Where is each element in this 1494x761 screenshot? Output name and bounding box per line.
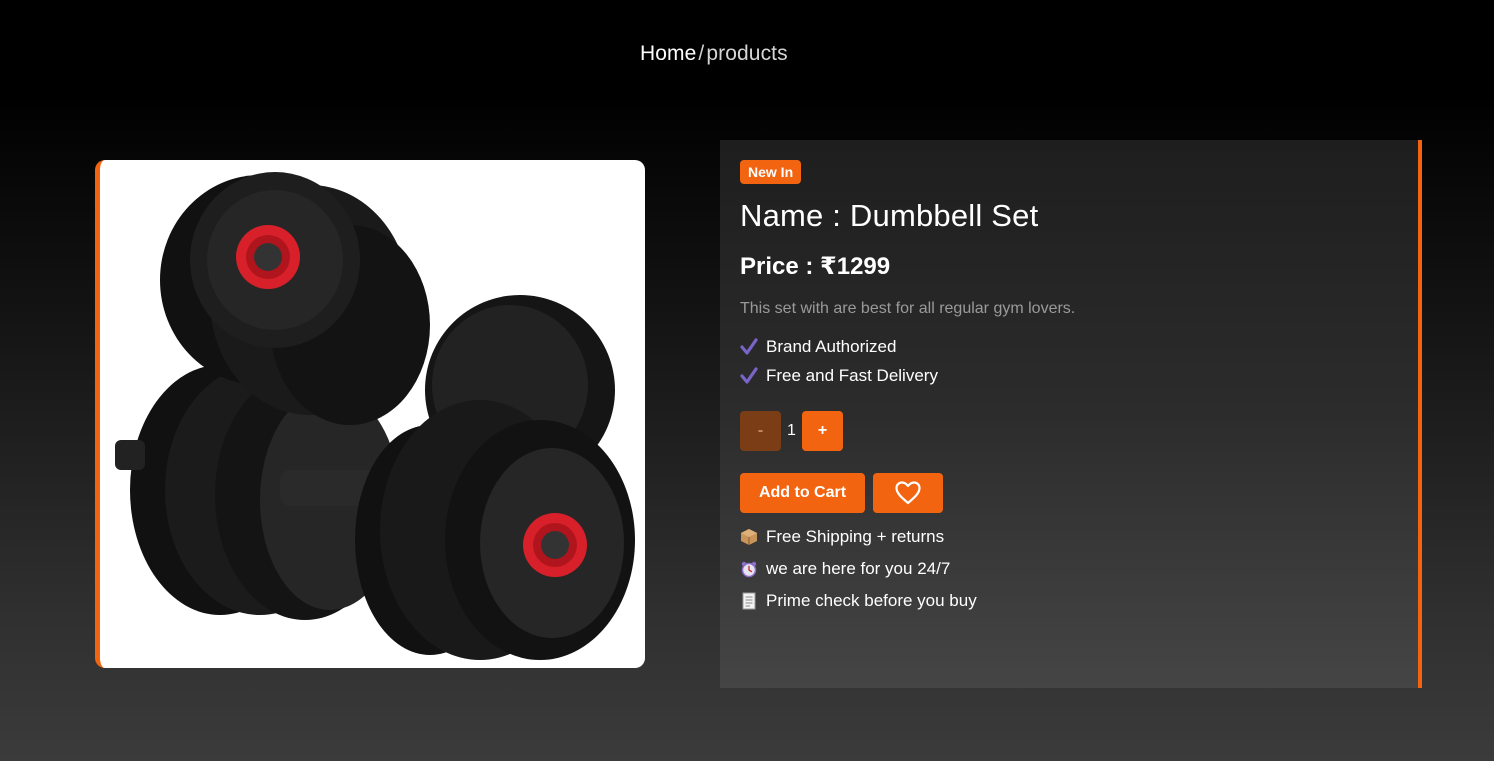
feature-label: Free and Fast Delivery bbox=[766, 366, 938, 385]
breadcrumb-current: products bbox=[706, 42, 788, 65]
alarm-clock-icon bbox=[741, 561, 757, 578]
heart-icon bbox=[895, 481, 921, 505]
quantity-stepper: - 1 + bbox=[740, 411, 843, 451]
product-price: Price : ₹1299 bbox=[740, 253, 891, 280]
quantity-increase-button[interactable]: + bbox=[802, 411, 843, 451]
perk-label: Free Shipping + returns bbox=[766, 527, 945, 546]
breadcrumb: Home/products bbox=[640, 42, 788, 66]
check-icon bbox=[740, 367, 758, 384]
product-details-panel: New In Name : Dumbbell Set Price : ₹1299… bbox=[720, 140, 1422, 688]
wishlist-button[interactable] bbox=[873, 473, 943, 513]
feature-item: Brand Authorized bbox=[740, 337, 896, 357]
product-image-card bbox=[95, 160, 645, 668]
product-description: This set with are best for all regular g… bbox=[740, 300, 1076, 317]
breadcrumb-separator: / bbox=[698, 42, 705, 65]
quantity-decrease-button[interactable]: - bbox=[740, 411, 781, 451]
feature-item: Free and Fast Delivery bbox=[740, 366, 938, 386]
check-icon bbox=[740, 338, 758, 355]
perk-label: Prime check before you buy bbox=[766, 591, 977, 610]
package-icon bbox=[741, 529, 757, 545]
add-to-cart-button[interactable]: Add to Cart bbox=[740, 473, 865, 513]
perk-label: we are here for you 24/7 bbox=[766, 559, 951, 578]
perk-item: Free Shipping + returns bbox=[740, 527, 944, 547]
new-in-badge: New In bbox=[740, 160, 802, 184]
quantity-value: 1 bbox=[787, 422, 796, 439]
perk-item: Prime check before you buy bbox=[740, 591, 977, 611]
breadcrumb-home-link[interactable]: Home bbox=[640, 42, 696, 65]
product-name: Name : Dumbbell Set bbox=[740, 198, 1039, 233]
feature-label: Brand Authorized bbox=[766, 337, 897, 356]
perk-item: we are here for you 24/7 bbox=[740, 559, 950, 579]
dumbbell-set-photo bbox=[115, 172, 635, 660]
receipt-icon bbox=[742, 592, 756, 610]
